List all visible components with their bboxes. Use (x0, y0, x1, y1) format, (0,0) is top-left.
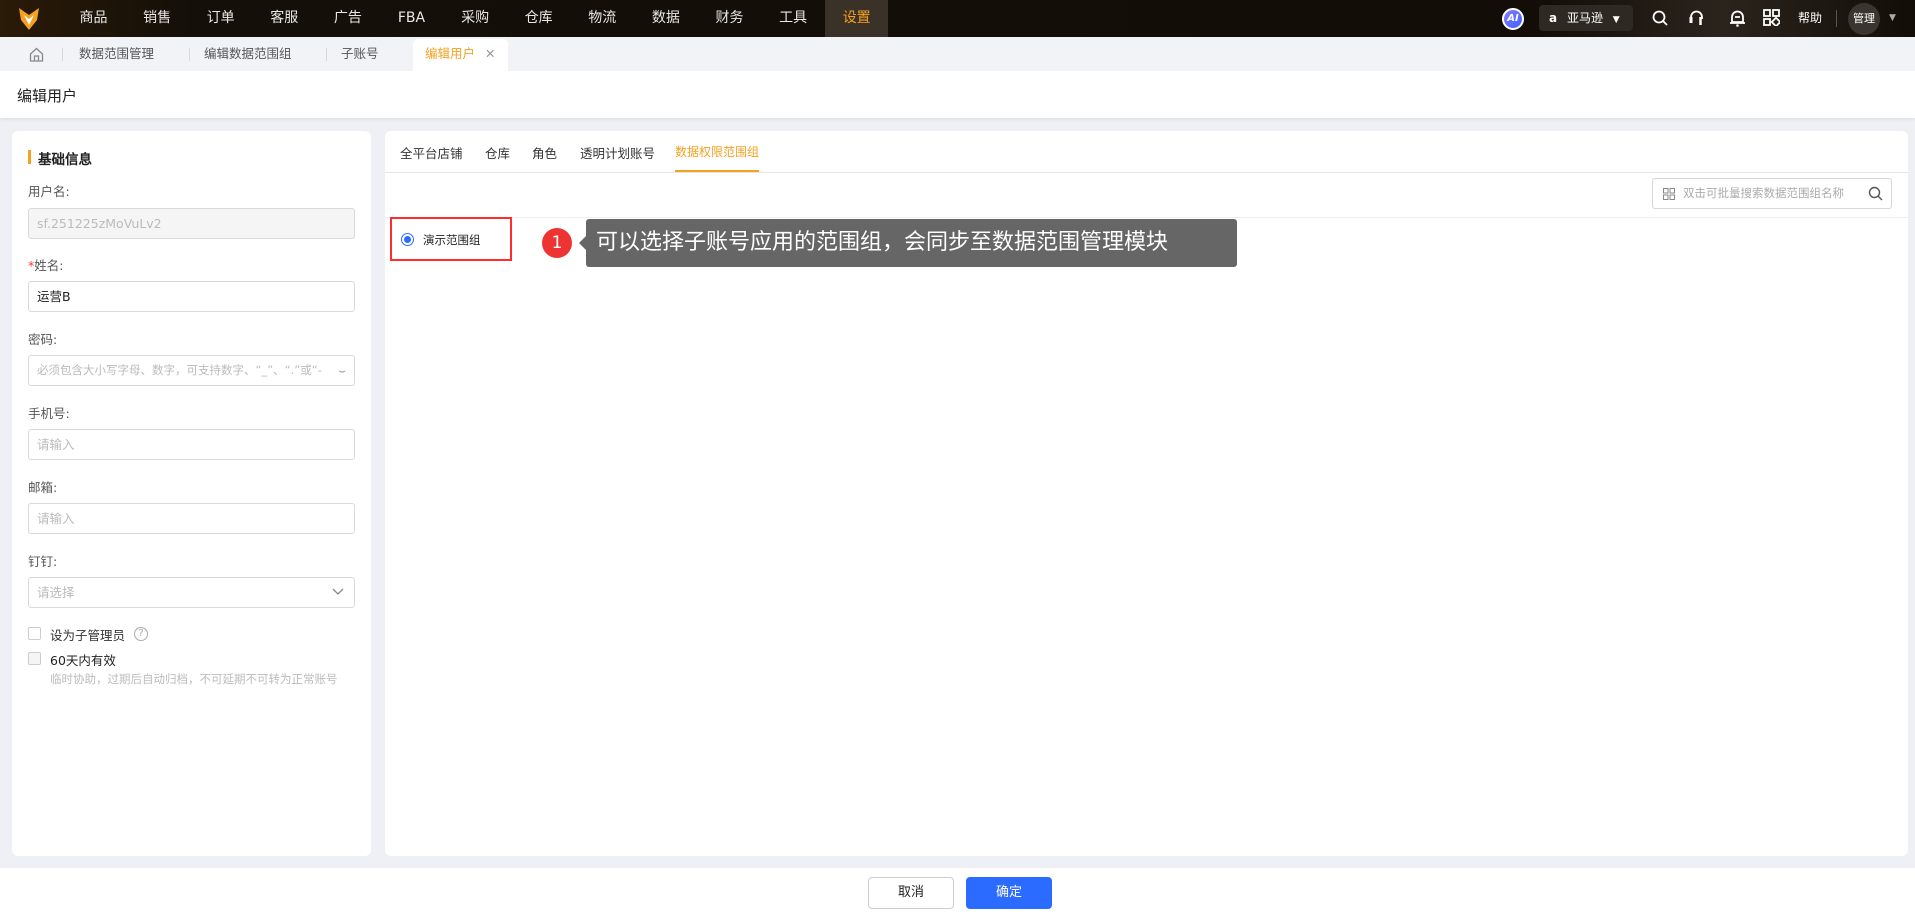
nav-item[interactable]: 财务 (698, 0, 761, 37)
section-title: 基础信息 (38, 152, 92, 168)
sub-admin-label: 设为子管理员 (50, 628, 126, 643)
password-label: 密码: (28, 332, 58, 347)
help-question-icon[interactable]: ? (134, 627, 148, 641)
tab-separator (189, 48, 190, 61)
confirm-button[interactable]: 确定 (966, 877, 1052, 909)
scope-group-search[interactable]: 双击可批量搜索数据范围组名称 (1652, 178, 1892, 209)
name-label: *姓名: (28, 258, 64, 273)
nav-item[interactable]: 订单 (189, 0, 252, 37)
cancel-button[interactable]: 取消 (868, 877, 954, 909)
section-accent (28, 150, 31, 164)
tab-edit-scope-group[interactable]: 编辑数据范围组 (204, 37, 292, 71)
nav-item[interactable]: 采购 (444, 0, 507, 37)
nav-item[interactable]: 销售 (126, 0, 189, 37)
phone-input[interactable]: 请输入 (28, 429, 355, 460)
permissions-panel: 全平台店铺 仓库 角色 透明计划账号 数据权限范围组 双击可批量搜索数据范围组名称 演示… (385, 131, 1908, 856)
help-link[interactable]: 帮助 (1798, 0, 1822, 37)
nav-item[interactable]: 设置 (825, 0, 889, 37)
tab-data-scope-management[interactable]: 数据范围管理 (79, 37, 154, 71)
close-icon[interactable]: ✕ (485, 46, 495, 61)
nav-item[interactable]: FBA (380, 0, 443, 37)
ai-button[interactable]: AI (1502, 8, 1524, 30)
top-nav: 商品 销售 订单 客服 广告 FBA 采购 仓库 物流 数据 财务 工具 设置 AI a 亚马逊 ▼ 帮… (0, 0, 1915, 37)
page-header: 编辑用户 (0, 71, 1915, 118)
divider (385, 217, 1908, 218)
annotation-callout: 可以选择子账号应用的范围组，会同步至数据范围管理模块 (586, 219, 1237, 267)
search-placeholder: 双击可批量搜索数据范围组名称 (1683, 186, 1844, 200)
temp-account-checkbox[interactable] (28, 652, 41, 665)
sub-admin-checkbox[interactable] (28, 627, 41, 640)
dingtalk-label: 钉钉: (28, 554, 58, 569)
temp-account-label: 60天内有效 (50, 653, 116, 668)
name-input[interactable]: 运营B (28, 281, 355, 312)
headset-icon[interactable] (1688, 9, 1705, 27)
dingtalk-select[interactable]: 请选择 (28, 577, 355, 608)
chevron-down-icon (332, 588, 344, 595)
permission-tab[interactable]: 全平台店铺 (400, 143, 463, 162)
user-avatar[interactable]: 管理 (1848, 3, 1880, 35)
amazon-icon: a (1549, 11, 1558, 25)
bell-icon[interactable] (1729, 9, 1746, 27)
password-input[interactable]: 必须包含大小写字母、数字，可支持数字、“_”、“.”或“- ⌣ (28, 355, 355, 386)
page-title: 编辑用户 (17, 87, 78, 105)
footer-bar: 取消 确定 (0, 868, 1915, 917)
tab-sub-accounts[interactable]: 子账号 (341, 37, 379, 71)
search-icon[interactable] (1652, 10, 1669, 27)
search-icon[interactable] (1868, 186, 1883, 201)
tab-edit-user[interactable]: 编辑用户 ✕ (413, 39, 508, 71)
nav-item[interactable]: 仓库 (507, 0, 570, 37)
username-label: 用户名: (28, 184, 70, 199)
divider (1836, 10, 1837, 27)
nav-item[interactable]: 广告 (316, 0, 379, 37)
fox-logo-icon[interactable] (18, 7, 40, 31)
tab-separator (326, 48, 327, 61)
scope-group-option-label[interactable]: 演示范围组 (423, 232, 481, 248)
annotation-badge: 1 (542, 228, 572, 258)
basic-info-panel: 基础信息 用户名: sf.251225zMoVuLv2 *姓名: 运营B 密码:… (12, 131, 371, 856)
marketplace-label: 亚马逊 (1566, 11, 1603, 25)
permission-tab[interactable]: 透明计划账号 (580, 143, 655, 162)
scope-group-radio[interactable] (401, 233, 414, 246)
marketplace-select[interactable]: a 亚马逊 ▼ (1539, 5, 1633, 31)
email-label: 邮箱: (28, 480, 58, 495)
permission-tab[interactable]: 仓库 (485, 143, 510, 162)
phone-label: 手机号: (28, 406, 70, 421)
permission-tab[interactable]: 角色 (532, 143, 557, 162)
nav-item[interactable]: 物流 (571, 0, 634, 37)
email-input[interactable]: 请输入 (28, 503, 355, 534)
permission-tab[interactable]: 数据权限范围组 (675, 143, 760, 172)
temp-account-hint: 临时协助，过期后自动归档，不可延期不可转为正常账号 (50, 672, 338, 686)
nav-item[interactable]: 数据 (634, 0, 697, 37)
home-icon[interactable] (29, 47, 44, 62)
username-field: sf.251225zMoVuLv2 (28, 208, 355, 239)
nav-item[interactable]: 工具 (762, 0, 825, 37)
caret-down-icon: ▼ (1612, 15, 1620, 25)
tab-label: 编辑用户 (425, 46, 476, 61)
tab-separator (62, 48, 63, 61)
page-tab-bar: 数据范围管理 编辑数据范围组 子账号 编辑用户 ✕ (0, 37, 1915, 71)
apps-icon[interactable] (1763, 9, 1780, 26)
eye-closed-icon[interactable]: ⌣ (338, 356, 346, 385)
nav-item[interactable]: 客服 (253, 0, 316, 37)
user-caret-icon[interactable]: ▼ (1889, 0, 1896, 37)
nav-item[interactable]: 商品 (62, 0, 125, 37)
batch-grid-icon[interactable] (1663, 188, 1675, 200)
tab-divider (385, 172, 1908, 173)
